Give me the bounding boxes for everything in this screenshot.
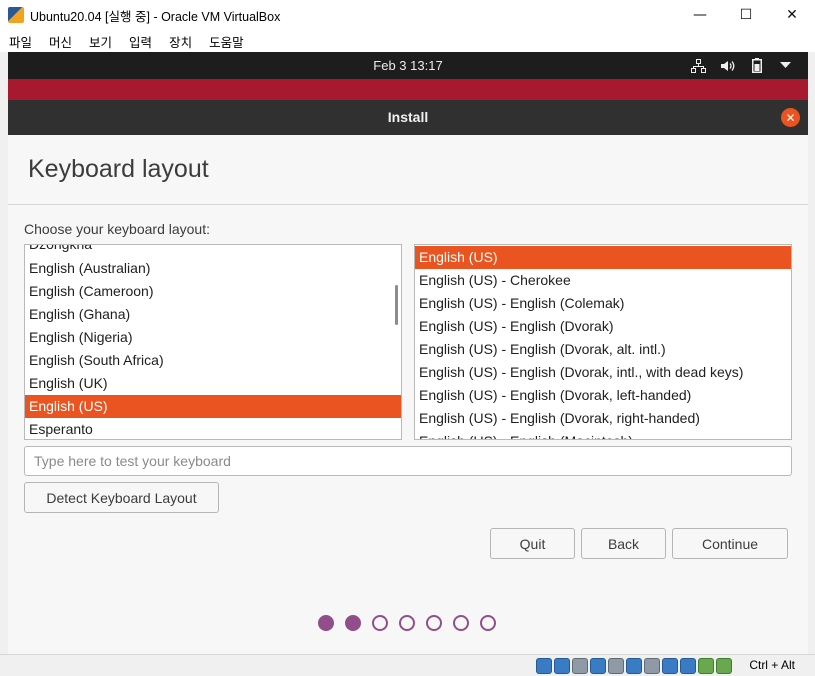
- menu-input[interactable]: 입력: [129, 32, 152, 51]
- system-tray[interactable]: [690, 57, 794, 74]
- progress-dot: [345, 615, 361, 631]
- list-item[interactable]: English (US) - English (Macintosh): [415, 430, 791, 439]
- list-item-selected[interactable]: English (US): [415, 246, 791, 269]
- progress-dot: [480, 615, 496, 631]
- gnome-top-bar: Feb 3 13:17: [8, 52, 808, 79]
- continue-button[interactable]: Continue: [672, 528, 788, 559]
- progress-dot: [318, 615, 334, 631]
- vbox-status-bar: Ctrl + Alt: [0, 654, 815, 676]
- list-item[interactable]: English (US) - English (Dvorak, intl., w…: [415, 361, 791, 384]
- menu-devices[interactable]: 장치: [169, 32, 192, 51]
- display-icon[interactable]: [644, 658, 660, 674]
- page-title: Keyboard layout: [28, 155, 209, 183]
- list-item[interactable]: English (US) - English (Dvorak, alt. int…: [415, 338, 791, 361]
- close-icon: ✕: [785, 110, 796, 125]
- minimize-button[interactable]: —: [677, 0, 723, 30]
- virtualization-icon[interactable]: [680, 658, 696, 674]
- battery-icon[interactable]: [748, 57, 765, 74]
- keyboard-capture-icon[interactable]: [716, 658, 732, 674]
- close-installer-button[interactable]: ✕: [781, 108, 800, 127]
- wallpaper-band: [8, 79, 808, 100]
- progress-dot: [399, 615, 415, 631]
- host-key-label: Ctrl + Alt: [749, 658, 795, 672]
- window-controls: — ☐ ✕: [677, 0, 815, 30]
- host-title-bar: Ubuntu20.04 [실행 중] - Oracle VM VirtualBo…: [0, 0, 815, 30]
- list-item[interactable]: English (US) - English (Dvorak, right-ha…: [415, 407, 791, 430]
- virtualbox-app-icon: [8, 7, 24, 23]
- installer-content: Keyboard layout Choose your keyboard lay…: [8, 135, 808, 654]
- list-item[interactable]: English (US) - English (Dvorak, left-han…: [415, 384, 791, 407]
- recording-icon[interactable]: [662, 658, 678, 674]
- list-item[interactable]: English (Ghana): [25, 303, 401, 326]
- list-item[interactable]: Dzongkha: [25, 245, 401, 256]
- network-icon[interactable]: [690, 57, 707, 74]
- mouse-integration-icon[interactable]: [698, 658, 714, 674]
- list-item[interactable]: English (South Africa): [25, 349, 401, 372]
- layout-list-scrollbar[interactable]: [395, 285, 398, 325]
- menu-help[interactable]: 도움말: [209, 32, 244, 51]
- installer-title: Install: [387, 109, 429, 125]
- progress-dot: [453, 615, 469, 631]
- menu-machine[interactable]: 머신: [49, 32, 72, 51]
- keyboard-test-input[interactable]: [24, 446, 792, 476]
- progress-dot: [426, 615, 442, 631]
- choose-layout-label: Choose your keyboard layout:: [24, 221, 210, 237]
- optical-drive-icon[interactable]: [554, 658, 570, 674]
- layout-list[interactable]: Dzongkha English (Australian) English (C…: [24, 244, 402, 440]
- list-item[interactable]: English (Cameroon): [25, 280, 401, 303]
- vbox-status-icons: [536, 658, 732, 674]
- detect-keyboard-layout-button[interactable]: Detect Keyboard Layout: [24, 482, 219, 513]
- clock[interactable]: Feb 3 13:17: [8, 58, 808, 73]
- list-item[interactable]: Esperanto: [25, 418, 401, 439]
- network-adapter-icon[interactable]: [590, 658, 606, 674]
- volume-icon[interactable]: [719, 57, 736, 74]
- audio-icon[interactable]: [572, 658, 588, 674]
- maximize-button[interactable]: ☐: [723, 0, 769, 30]
- list-item[interactable]: English (US) - Cherokee: [415, 269, 791, 292]
- close-window-button[interactable]: ✕: [769, 0, 815, 30]
- dropdown-arrow-icon[interactable]: [777, 57, 794, 74]
- window-title: Ubuntu20.04 [실행 중] - Oracle VM VirtualBo…: [30, 9, 281, 24]
- usb-icon[interactable]: [608, 658, 624, 674]
- progress-dot: [372, 615, 388, 631]
- list-item[interactable]: English (US) - English (Colemak): [415, 292, 791, 315]
- installer-header: Install ✕: [8, 100, 808, 135]
- list-item-selected[interactable]: English (US): [25, 395, 401, 418]
- list-item[interactable]: English (UK): [25, 372, 401, 395]
- menu-view[interactable]: 보기: [89, 32, 112, 51]
- back-button[interactable]: Back: [581, 528, 666, 559]
- shared-folders-icon[interactable]: [626, 658, 642, 674]
- list-item[interactable]: English (Nigeria): [25, 326, 401, 349]
- quit-button[interactable]: Quit: [490, 528, 575, 559]
- list-item[interactable]: English (US) - English (Dvorak): [415, 315, 791, 338]
- title-divider: [8, 204, 808, 205]
- menu-file[interactable]: 파일: [9, 32, 32, 51]
- list-item[interactable]: English (Australian): [25, 257, 401, 280]
- progress-dots: [318, 615, 496, 631]
- variant-list[interactable]: English (US) English (US) - Cherokee Eng…: [414, 244, 792, 440]
- host-menu-bar: 파일 머신 보기 입력 장치 도움말: [0, 30, 815, 52]
- hard-disk-icon[interactable]: [536, 658, 552, 674]
- guest-screen: Feb 3 13:17 Install ✕ Keyboard layout Ch…: [8, 52, 808, 654]
